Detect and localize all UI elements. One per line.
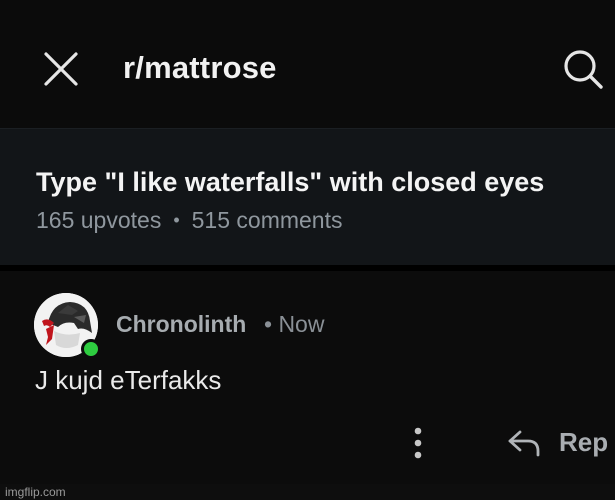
comment: Chronolinth • Now J kujd eTerfakks Rep xyxy=(0,271,615,500)
subreddit-title: r/mattrose xyxy=(123,50,277,85)
comment-body: J kujd eTerfakks xyxy=(35,365,222,395)
comment-username[interactable]: Chronolinth xyxy=(116,311,246,338)
meta-separator: • xyxy=(173,210,180,230)
post-meta: 165 upvotes • 515 comments xyxy=(36,207,343,234)
comment-count[interactable]: 515 comments xyxy=(192,207,343,233)
post-title[interactable]: Type "I like waterfalls" with closed eye… xyxy=(36,167,544,198)
close-icon xyxy=(44,52,78,86)
more-options-button[interactable] xyxy=(404,426,432,460)
search-icon xyxy=(564,50,603,89)
close-button[interactable] xyxy=(40,48,82,90)
reply-label: Rep xyxy=(559,427,609,457)
reply-icon xyxy=(508,430,540,457)
reply-button[interactable]: Rep xyxy=(506,423,615,463)
search-button[interactable] xyxy=(560,46,606,92)
watermark: imgflip.com xyxy=(0,484,615,500)
comment-timestamp: • Now xyxy=(264,311,325,337)
top-bar: r/mattrose xyxy=(0,0,615,128)
post-card[interactable]: Type "I like waterfalls" with closed eye… xyxy=(0,128,615,266)
online-status-dot xyxy=(81,339,101,359)
watermark-text: imgflip.com xyxy=(5,485,66,499)
upvote-count: 165 upvotes xyxy=(36,207,162,233)
more-vertical-icon xyxy=(414,427,422,459)
